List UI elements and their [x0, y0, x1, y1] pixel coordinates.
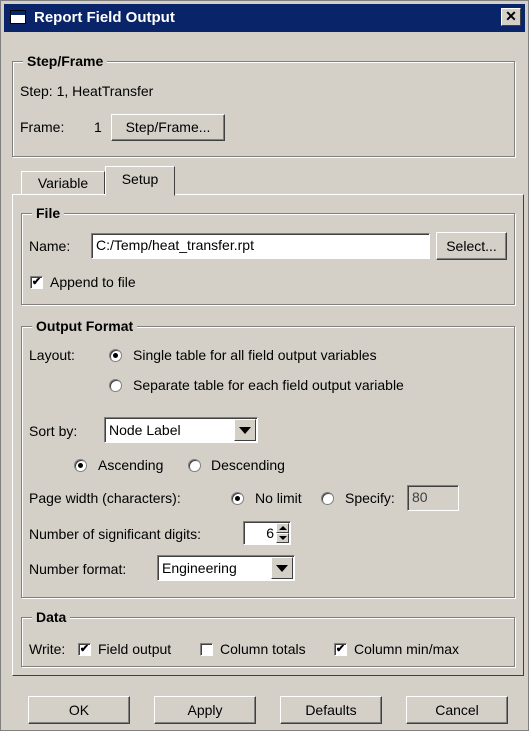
- append-to-file-checkbox[interactable]: ✔: [30, 276, 43, 289]
- spin-up-icon[interactable]: [276, 523, 289, 533]
- layout-single-table-label: Single table for all field output variab…: [133, 347, 377, 363]
- cancel-button[interactable]: Cancel: [406, 696, 508, 724]
- output-format-legend: Output Format: [32, 318, 138, 334]
- frame-value: 1: [94, 119, 102, 135]
- sort-by-label: Sort by:: [29, 423, 78, 439]
- significant-digits-spinner[interactable]: 6: [243, 521, 291, 545]
- specify-width-field[interactable]: 80: [407, 485, 459, 511]
- file-name-field[interactable]: C:/Temp/heat_transfer.rpt: [91, 233, 430, 259]
- step-text: Step: 1, HeatTransfer: [20, 83, 154, 99]
- page-width-no-limit-radio[interactable]: [231, 492, 244, 505]
- significant-digits-value: 6: [266, 525, 274, 541]
- significant-digits-label: Number of significant digits:: [29, 526, 201, 542]
- step-frame-legend: Step/Frame: [23, 53, 108, 69]
- ok-button[interactable]: OK: [28, 696, 130, 724]
- apply-button[interactable]: Apply: [154, 696, 256, 724]
- write-label: Write:: [29, 641, 66, 657]
- ascending-radio[interactable]: [74, 459, 87, 472]
- specify-label: Specify:: [345, 490, 395, 506]
- window-icon: [10, 10, 26, 24]
- column-minmax-checkbox[interactable]: ✔: [334, 643, 347, 656]
- descending-label: Descending: [211, 457, 285, 473]
- descending-radio[interactable]: [188, 459, 201, 472]
- close-button[interactable]: ✕: [501, 8, 521, 26]
- step-frame-button[interactable]: Step/Frame...: [111, 114, 225, 141]
- spin-down-icon[interactable]: [276, 533, 289, 543]
- tab-setup[interactable]: Setup: [105, 166, 175, 196]
- field-output-checkbox[interactable]: ✔: [78, 643, 91, 656]
- layout-label: Layout:: [29, 347, 75, 363]
- select-file-button[interactable]: Select...: [436, 232, 507, 260]
- window-title: Report Field Output: [34, 9, 175, 26]
- layout-separate-table-radio[interactable]: [109, 379, 122, 392]
- field-output-label: Field output: [98, 641, 172, 657]
- number-format-combo[interactable]: Engineering: [157, 555, 295, 581]
- layout-single-table-radio[interactable]: [109, 349, 122, 362]
- page-width-label: Page width (characters):: [29, 490, 181, 506]
- no-limit-label: No limit: [255, 490, 302, 506]
- number-format-value: Engineering: [162, 560, 237, 576]
- title-bar[interactable]: Report Field Output ✕: [4, 4, 525, 32]
- layout-separate-table-label: Separate table for each field output var…: [133, 377, 404, 393]
- sort-by-value: Node Label: [109, 422, 181, 438]
- file-legend: File: [32, 205, 65, 221]
- tab-variable[interactable]: Variable: [21, 171, 105, 195]
- number-format-dropdown-icon[interactable]: [271, 557, 293, 579]
- ascending-label: Ascending: [98, 457, 164, 473]
- sort-by-dropdown-icon[interactable]: [234, 419, 256, 441]
- column-totals-label: Column totals: [220, 641, 306, 657]
- report-field-output-dialog: Report Field Output ✕ Step/Frame Step: 1…: [0, 0, 529, 731]
- column-totals-checkbox[interactable]: [200, 643, 213, 656]
- data-legend: Data: [32, 609, 71, 625]
- column-minmax-label: Column min/max: [354, 641, 460, 657]
- number-format-label: Number format:: [29, 561, 127, 577]
- sort-by-combo[interactable]: Node Label: [104, 417, 258, 443]
- name-label: Name:: [29, 238, 71, 254]
- step-frame-group: Step/Frame: [12, 53, 515, 157]
- append-to-file-label: Append to file: [50, 274, 136, 290]
- frame-label: Frame:: [20, 119, 65, 135]
- defaults-button[interactable]: Defaults: [280, 696, 382, 724]
- page-width-specify-radio[interactable]: [321, 492, 334, 505]
